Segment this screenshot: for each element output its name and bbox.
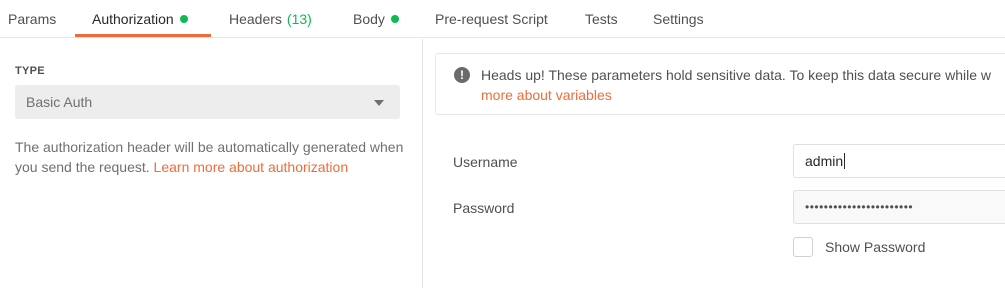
show-password-checkbox[interactable] [793, 237, 813, 257]
learn-more-authorization-link[interactable]: Learn more about authorization [154, 159, 349, 175]
username-value: admin [805, 153, 844, 169]
tab-authorization[interactable]: Authorization [92, 0, 188, 38]
tab-label: Authorization [92, 11, 174, 27]
tab-pre-request-script[interactable]: Pre-request Script [435, 0, 548, 38]
active-indicator-dot-icon [179, 15, 188, 23]
tab-label: Params [8, 11, 57, 27]
username-input[interactable]: admin [793, 144, 1005, 178]
tab-body[interactable]: Body [353, 0, 399, 38]
tab-label: Body [353, 11, 385, 27]
tab-label: Settings [653, 11, 704, 27]
auth-type-select[interactable]: Basic Auth [15, 85, 400, 119]
tab-label: Headers [229, 11, 282, 27]
headers-count: (13) [286, 11, 312, 27]
tab-tests[interactable]: Tests [585, 0, 618, 38]
password-mask: ••••••••••••••••••••••• [805, 200, 914, 214]
learn-more-variables-link[interactable]: more about variables [481, 85, 612, 105]
username-label: Username [453, 154, 518, 170]
auth-description: The authorization header will be automat… [15, 137, 405, 177]
chevron-down-icon [374, 100, 384, 106]
auth-type-panel: TYPE Basic Auth The authorization header… [0, 39, 423, 288]
exclamation-circle-icon: ! [454, 67, 470, 83]
request-tabs: Params Authorization Headers (13) Body P… [0, 0, 1005, 38]
password-input[interactable]: ••••••••••••••••••••••• [793, 190, 1005, 224]
active-tab-underline [75, 34, 211, 37]
tab-label: Tests [585, 11, 618, 27]
alert-text: Heads up! These parameters hold sensitiv… [481, 67, 991, 83]
password-label: Password [453, 200, 515, 216]
show-password-label[interactable]: Show Password [825, 239, 925, 255]
tab-headers[interactable]: Headers (13) [229, 0, 312, 38]
tab-params[interactable]: Params [8, 0, 56, 38]
active-indicator-dot-icon [390, 15, 399, 23]
tab-label: Pre-request Script [435, 11, 548, 27]
type-label: TYPE [15, 65, 45, 77]
authorization-pane: Params Authorization Headers (13) Body P… [0, 0, 1005, 288]
text-cursor [844, 153, 846, 169]
sensitive-data-alert: ! Heads up! These parameters hold sensit… [435, 53, 1005, 115]
tab-settings[interactable]: Settings [653, 0, 704, 38]
auth-type-value: Basic Auth [26, 94, 93, 110]
